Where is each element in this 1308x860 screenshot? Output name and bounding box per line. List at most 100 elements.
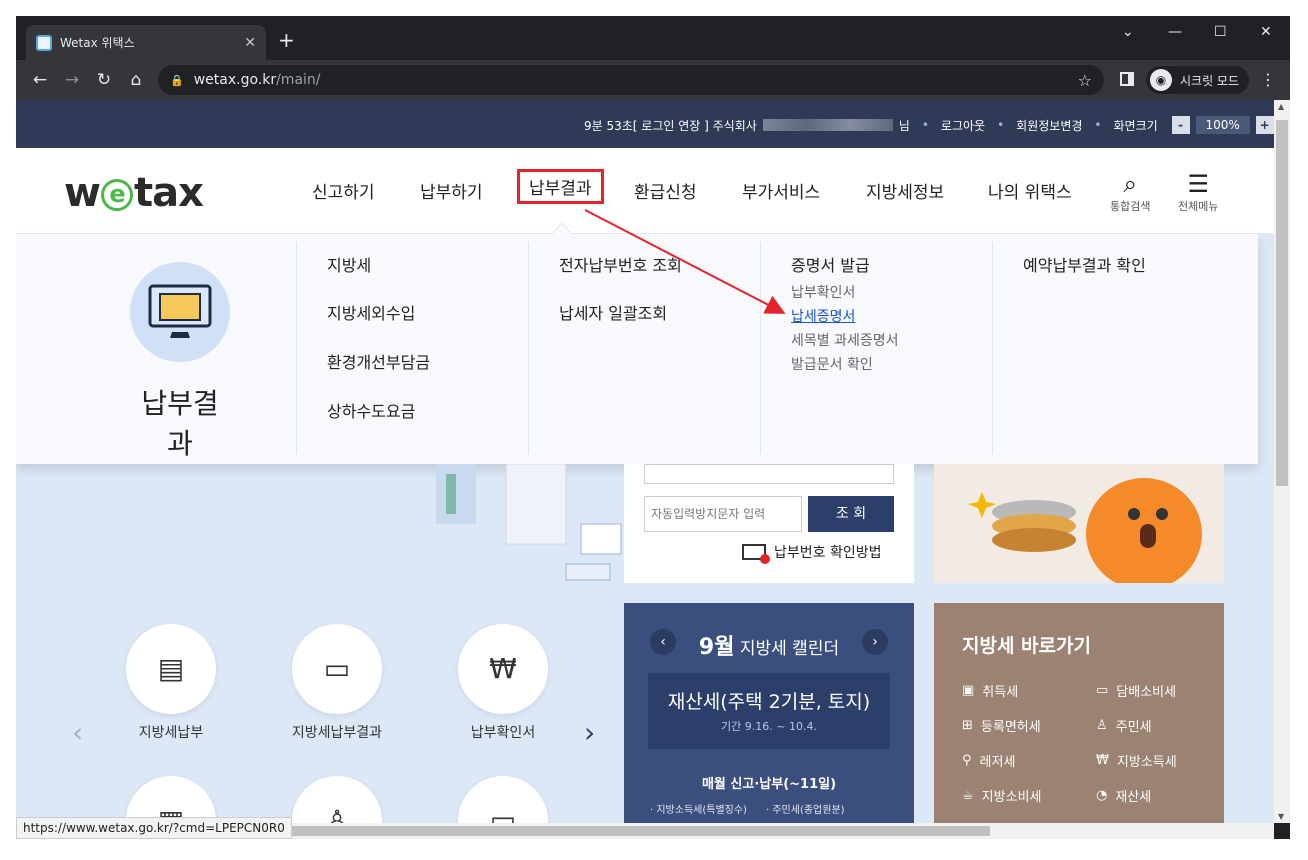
- browser-menu-icon[interactable]: ⋮: [1260, 70, 1276, 89]
- incognito-indicator[interactable]: ◉ 시크릿 모드: [1146, 66, 1250, 94]
- incognito-icon: ◉: [1150, 69, 1172, 91]
- minimize-icon[interactable]: —: [1168, 24, 1182, 40]
- local-tax-shortcuts: 지방세 바로가기 ▣ 취득세 ▭ 담배소비세 ⊞ 등록면허세 ♙ 주민세 ⚲ 레저세 ₩ 지…: [934, 603, 1224, 823]
- mascot-coin-illustration: [968, 478, 1202, 590]
- briefcase-icon: ▣: [962, 683, 975, 698]
- captcha-input[interactable]: 자동입력방지문자 입력: [644, 496, 802, 532]
- back-icon[interactable]: ←: [24, 70, 56, 90]
- menu-tax-payment-certificate[interactable]: 납세증명서: [791, 306, 855, 326]
- nav-payment[interactable]: 납부하기: [420, 178, 483, 203]
- address-bar[interactable]: 🔒 wetax.go.kr/main/ ☆: [158, 65, 1104, 95]
- payment-card-icon[interactable]: ▤: [126, 624, 216, 714]
- page-viewport: 9분 53초[ 로그인 연장 ] 주식회사 님 • 로그아웃 • 회원정보변경 …: [16, 100, 1274, 823]
- vertical-scrollbar[interactable]: ▲ ▼: [1274, 100, 1290, 823]
- pay-number-help-link[interactable]: 납부번호 확인방법: [742, 542, 882, 564]
- payment-lookup-panel: 자동입력방지문자 입력 조 회 납부번호 확인방법: [624, 464, 914, 583]
- shortcut-acquisition-tax[interactable]: ▣ 취득세: [962, 681, 1018, 700]
- maximize-icon[interactable]: ☐: [1214, 24, 1227, 40]
- nav-refund[interactable]: 환급신청: [634, 178, 697, 203]
- url-path: /main/: [276, 72, 321, 88]
- menu-certificate-issue[interactable]: 증명서 발급: [791, 252, 870, 276]
- monitor-folder-icon: [130, 262, 230, 362]
- forward-icon[interactable]: →: [56, 70, 88, 90]
- shortcuts-title: 지방세 바로가기: [962, 635, 1091, 657]
- local-tax-calendar: ‹ 9월 지방세 캘린더 › 재산세(주택 2기분, 토지) 기간 9.16. …: [624, 603, 914, 823]
- shortcut-label[interactable]: 납부확인서: [433, 722, 573, 742]
- user-group-icon[interactable]: ♙: [292, 776, 382, 823]
- wetax-favicon-icon: [36, 34, 52, 51]
- shortcut-label[interactable]: 지방세납부: [101, 722, 241, 742]
- promo-banner[interactable]: [934, 464, 1224, 590]
- utility-bar: 9분 53초[ 로그인 연장 ] 주식회사 님 • 로그아웃 • 회원정보변경 …: [16, 100, 1274, 148]
- shortcut-label[interactable]: 지방세납부결과: [267, 722, 407, 742]
- nav-report[interactable]: 신고하기: [312, 178, 375, 203]
- zoom-out-button[interactable]: -: [1171, 116, 1190, 134]
- search-icon: ⌕: [1123, 170, 1137, 198]
- bill-icon: [742, 544, 770, 564]
- shortcut-consumption-tax[interactable]: ☕ 지방소비세: [962, 786, 1041, 805]
- screen-size-label: 화면크기: [1113, 118, 1158, 133]
- carousel-prev-icon[interactable]: ‹: [72, 716, 83, 749]
- side-panel-icon[interactable]: [1120, 72, 1134, 86]
- mega-menu-payment-result: 납부결과 지방세 지방세외수입 환경개선부담금 상하수도요금 전자납부번호 조회…: [16, 234, 1258, 464]
- wetax-logo[interactable]: w e tax: [64, 170, 204, 216]
- bicycle-icon: ⚲: [962, 753, 972, 768]
- shortcut-tobacco-tax[interactable]: ▭ 담배소비세: [1096, 681, 1176, 700]
- person-icon: ♙: [1096, 718, 1108, 733]
- credit-card-icon[interactable]: ▭: [458, 776, 548, 823]
- tab-search-icon[interactable]: ⌄: [1122, 24, 1134, 40]
- calendar-event[interactable]: 재산세(주택 2기분, 토지) 기간 9.16. ~ 10.4.: [648, 673, 890, 749]
- bookmark-star-icon[interactable]: ☆: [1078, 71, 1092, 90]
- main-content: 자동입력방지문자 입력 조 회 납부번호 확인방법 ‹ 9월 지방세 캘린더 ›…: [16, 464, 1274, 823]
- zoom-value: 100%: [1195, 116, 1250, 134]
- carousel-next-icon[interactable]: ›: [584, 716, 595, 749]
- status-bar-url: https://www.wetax.go.kr/?cmd=LPEPCN0R0: [16, 817, 292, 839]
- masked-company-name: [762, 119, 893, 131]
- menu-water-fee[interactable]: 상하수도요금: [327, 398, 415, 422]
- next-month-icon[interactable]: ›: [862, 629, 888, 655]
- nav-extra-services[interactable]: 부가서비스: [742, 178, 820, 203]
- menu-e-payment-number[interactable]: 전자납부번호 조회: [559, 252, 682, 276]
- menu-tax-item-certificate[interactable]: 세목별 과세증명서: [791, 330, 899, 350]
- tab-title: Wetax 위택스: [60, 36, 135, 50]
- receipt-won-icon[interactable]: ₩: [458, 624, 548, 714]
- browser-toolbar: ← → ↻ ⌂ 🔒 wetax.go.kr/main/ ☆ ◉ 시크릿 모드 ⋮: [16, 60, 1290, 100]
- shortcut-leisure-tax[interactable]: ⚲ 레저세: [962, 751, 1015, 770]
- menu-reserved-payment-result[interactable]: 예약납부결과 확인: [1023, 252, 1146, 276]
- shortcut-resident-tax[interactable]: ♙ 주민세: [1096, 716, 1152, 735]
- calendar-title: 지방세 캘린더: [739, 639, 840, 659]
- new-tab-icon[interactable]: +: [278, 30, 295, 50]
- logout-link[interactable]: 로그아웃: [941, 117, 985, 134]
- hidden-input[interactable]: [644, 464, 894, 484]
- calculator-icon[interactable]: ▦: [126, 776, 216, 823]
- menu-local-tax[interactable]: 지방세: [327, 252, 371, 276]
- close-tab-icon[interactable]: ✕: [244, 35, 256, 51]
- monitor-icon[interactable]: ▭: [292, 624, 382, 714]
- cup-icon: ☕: [962, 788, 974, 803]
- shortcut-property-tax[interactable]: ◔ 재산세: [1096, 786, 1151, 805]
- shortcut-registration-tax[interactable]: ⊞ 등록면허세: [962, 716, 1041, 735]
- member-edit-link[interactable]: 회원정보변경: [1016, 117, 1082, 134]
- query-button[interactable]: 조 회: [808, 496, 894, 532]
- calendar-item: · 지방소득세(특별징수): [650, 805, 747, 816]
- zoom-in-button[interactable]: +: [1255, 116, 1274, 134]
- pie-chart-icon: ◔: [1096, 788, 1108, 803]
- full-menu-button[interactable]: ☰ 전체메뉴: [1178, 170, 1218, 214]
- menu-issued-doc-check[interactable]: 발급문서 확인: [791, 354, 873, 374]
- nav-local-tax-info[interactable]: 지방세정보: [866, 178, 944, 203]
- reload-icon[interactable]: ↻: [88, 70, 120, 90]
- session-timer[interactable]: 9분 53초[ 로그인 연장 ] 주식회사: [584, 117, 757, 134]
- integrated-search-button[interactable]: ⌕ 통합검색: [1110, 170, 1150, 214]
- home-icon[interactable]: ⌂: [120, 70, 152, 90]
- close-window-icon[interactable]: ✕: [1260, 24, 1272, 40]
- browser-tab[interactable]: Wetax 위택스 ✕: [26, 25, 266, 60]
- menu-non-tax-revenue[interactable]: 지방세외수입: [327, 300, 415, 324]
- nav-my-wetax[interactable]: 나의 위택스: [988, 178, 1072, 203]
- nav-payment-result[interactable]: 납부결과: [517, 169, 604, 204]
- menu-payment-confirmation[interactable]: 납부확인서: [791, 282, 855, 302]
- shortcut-income-tax[interactable]: ₩ 지방소득세: [1096, 751, 1177, 770]
- menu-environment-charge[interactable]: 환경개선부담금: [327, 349, 430, 373]
- user-suffix: 님: [898, 118, 910, 133]
- site-header: w e tax 신고하기 납부하기 납부결과 환급신청 부가서비스 지방세정보 나의…: [16, 148, 1274, 234]
- menu-bulk-taxpayer[interactable]: 납세자 일괄조회: [559, 300, 667, 324]
